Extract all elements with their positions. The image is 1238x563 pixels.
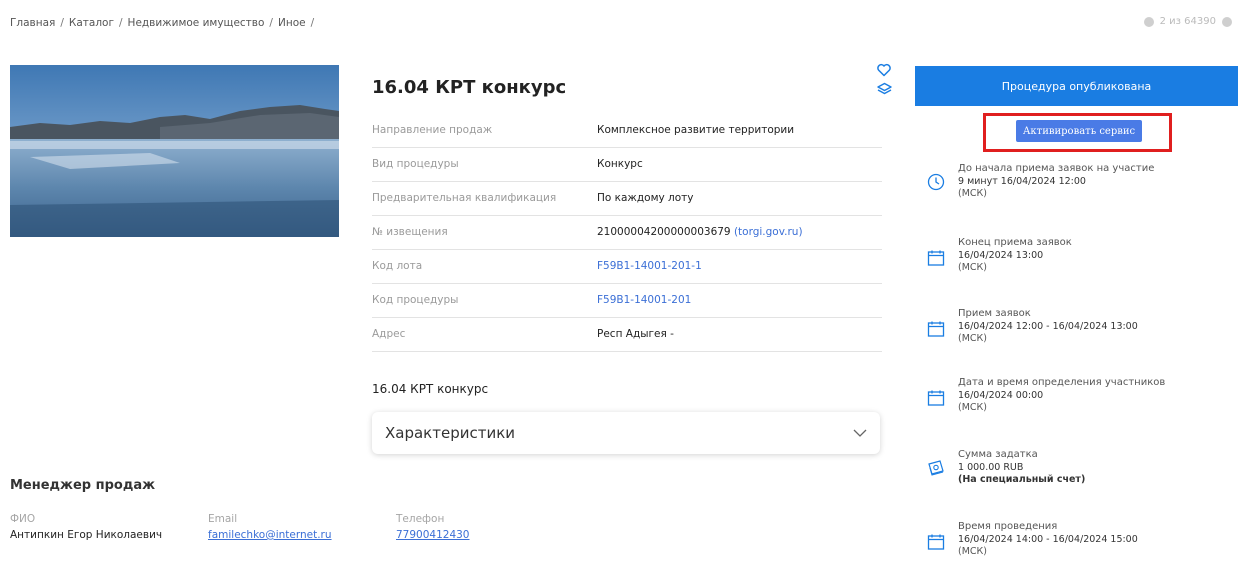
property-label: Код лота <box>372 260 423 272</box>
prev-lot-icon[interactable] <box>1143 16 1154 27</box>
accordion-label: Характеристики <box>385 424 516 442</box>
property-row: Код процедуры F59B1-14001-201 <box>372 283 882 318</box>
email-label: Email <box>208 513 238 525</box>
property-value: Комплексное развитие территории <box>597 124 795 136</box>
email-link[interactable]: familechko@internet.ru <box>208 529 332 541</box>
calendar-icon <box>927 534 945 550</box>
event-timezone: (МСК) <box>958 333 987 344</box>
property-row: № извещения 21000004200000003679 (torgi.… <box>372 215 882 250</box>
deposit-amount: 1 000.00 RUB <box>958 462 1024 473</box>
event-title: Прием заявок <box>958 308 1031 319</box>
breadcrumb-home[interactable]: Главная <box>10 17 55 29</box>
manager-title: Менеджер продаж <box>10 478 156 493</box>
property-row: Предварительная квалификация По каждому … <box>372 181 882 216</box>
lot-photo[interactable] <box>10 65 339 237</box>
calendar-icon <box>927 390 945 406</box>
lot-title: 16.04 КРТ конкурс <box>372 77 567 98</box>
property-row: Вид процедуры Конкурс <box>372 147 882 182</box>
property-value: По каждому лоту <box>597 192 694 204</box>
lake-landscape-image <box>10 65 339 237</box>
fio-label: ФИО <box>10 513 36 525</box>
event-datetime: 16/04/2024 13:00 <box>958 250 1044 261</box>
property-row: Адрес Респ Адыгея - <box>372 317 882 352</box>
event-timezone: (МСК) <box>958 188 987 199</box>
event-datetime: 16/04/2024 00:00 <box>958 390 1044 401</box>
procedure-code-link[interactable]: F59B1-14001-201 <box>597 294 691 306</box>
notice-number: 21000004200000003679 <box>597 226 731 238</box>
calendar-icon <box>927 321 945 337</box>
breadcrumb-other[interactable]: Иное <box>278 17 306 29</box>
clock-icon <box>927 173 945 191</box>
event-title: До начала приема заявок на участие <box>958 163 1155 174</box>
lot-description: 16.04 КРТ конкурс <box>372 382 489 396</box>
property-value: Респ Адыгея - <box>597 328 674 340</box>
fio-value: Антипкин Егор Николаевич <box>10 529 163 541</box>
event-datetime: 9 минут 16/04/2024 12:00 <box>958 176 1086 187</box>
breadcrumb-catalog[interactable]: Каталог <box>69 17 114 29</box>
calendar-icon <box>927 250 945 266</box>
money-icon <box>928 460 944 476</box>
property-label: Вид процедуры <box>372 158 459 170</box>
lot-pager: 2 из 64390 <box>1143 16 1232 27</box>
procedure-status-banner: Процедура опубликована <box>915 66 1238 106</box>
manager-phone: Телефон 77900412430 <box>396 513 470 541</box>
phone-label: Телефон <box>396 513 445 525</box>
manager-fio: ФИО Антипкин Егор Николаевич <box>10 513 162 541</box>
phone-link[interactable]: 77900412430 <box>396 529 470 541</box>
property-row: Код лота F59B1-14001-201-1 <box>372 249 882 284</box>
torgi-link[interactable]: (torgi.gov.ru) <box>734 226 803 238</box>
pager-counter: 2 из 64390 <box>1159 16 1216 27</box>
breadcrumb-real-estate[interactable]: Недвижимое имущество <box>128 17 265 29</box>
breadcrumb: Главная / Каталог / Недвижимое имущество / Ино… <box>10 17 315 29</box>
property-label: Направление продаж <box>372 124 493 136</box>
favorite-heart-icon[interactable] <box>877 63 891 77</box>
property-row: Направление продаж Комплексное развитие … <box>372 113 882 148</box>
property-label: Предварительная квалификация <box>372 192 557 204</box>
event-title: Время проведения <box>958 521 1058 532</box>
event-title: Сумма задатка <box>958 449 1038 460</box>
property-label: Адрес <box>372 328 406 340</box>
event-datetime: 16/04/2024 14:00 - 16/04/2024 15:00 <box>958 534 1138 545</box>
event-timezone: (МСК) <box>958 262 987 273</box>
layers-icon[interactable] <box>877 82 892 97</box>
next-lot-icon[interactable] <box>1222 16 1232 27</box>
event-title: Конец приема заявок <box>958 237 1072 248</box>
deposit-account-note: (На специальный счет) <box>958 474 1086 485</box>
event-timezone: (МСК) <box>958 402 987 413</box>
event-title: Дата и время определения участников <box>958 377 1166 388</box>
property-value: Конкурс <box>597 158 643 170</box>
event-timezone: (МСК) <box>958 546 987 557</box>
chevron-down-icon <box>853 429 867 437</box>
property-label: № извещения <box>372 226 448 238</box>
activate-service-button[interactable]: Активировать сервис <box>1016 120 1142 142</box>
manager-email: Email familechko@internet.ru <box>208 513 332 541</box>
property-label: Код процедуры <box>372 294 459 306</box>
event-datetime: 16/04/2024 12:00 - 16/04/2024 13:00 <box>958 321 1138 332</box>
lot-code-link[interactable]: F59B1-14001-201-1 <box>597 260 702 272</box>
characteristics-accordion[interactable]: Характеристики <box>372 412 880 454</box>
